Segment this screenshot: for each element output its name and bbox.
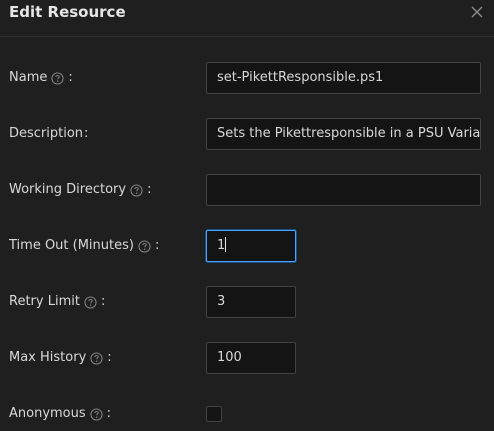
description-label: Description : bbox=[9, 118, 88, 150]
form-row-max-history: Max History : 100 bbox=[0, 342, 494, 374]
retry-limit-label: Retry Limit : bbox=[9, 286, 105, 318]
description-colon: : bbox=[84, 126, 89, 141]
retry-limit-label-text: Retry Limit bbox=[9, 294, 80, 309]
question-circle-icon[interactable] bbox=[130, 183, 143, 197]
working-directory-input[interactable] bbox=[206, 174, 481, 206]
close-icon[interactable] bbox=[468, 3, 486, 21]
name-colon: : bbox=[68, 70, 73, 85]
question-circle-icon[interactable] bbox=[138, 239, 151, 253]
question-circle-icon[interactable] bbox=[90, 407, 103, 421]
dialog-title: Edit Resource bbox=[9, 3, 126, 21]
name-label-text: Name bbox=[9, 70, 48, 85]
form-row-retry-limit: Retry Limit : 3 bbox=[0, 286, 494, 318]
working-directory-label: Working Directory : bbox=[9, 174, 151, 206]
timeout-label: Time Out (Minutes) : bbox=[9, 230, 159, 262]
working-directory-colon: : bbox=[147, 182, 152, 197]
name-input[interactable]: set-PikettResponsible.ps1 bbox=[206, 62, 481, 94]
timeout-input[interactable]: 1 bbox=[206, 230, 296, 262]
timeout-label-text: Time Out (Minutes) bbox=[9, 238, 134, 253]
retry-limit-input[interactable]: 3 bbox=[206, 286, 296, 318]
max-history-label: Max History : bbox=[9, 342, 112, 374]
name-label: Name : bbox=[9, 62, 73, 94]
edit-resource-dialog: Edit Resource Name : set-PikettResponsib… bbox=[0, 0, 494, 431]
max-history-colon: : bbox=[107, 350, 112, 365]
question-circle-icon[interactable] bbox=[51, 71, 64, 85]
text-caret bbox=[225, 237, 227, 252]
anonymous-label: Anonymous : bbox=[9, 398, 111, 430]
description-label-text: Description bbox=[9, 126, 84, 141]
retry-limit-colon: : bbox=[100, 294, 106, 309]
timeout-value: 1 bbox=[217, 238, 226, 253]
working-directory-label-text: Working Directory bbox=[9, 182, 127, 197]
form-row-anonymous: Anonymous : bbox=[0, 398, 494, 430]
dialog-header: Edit Resource bbox=[0, 0, 494, 37]
timeout-colon: : bbox=[154, 238, 160, 253]
form-row-description: Description : Sets the Pikettresponsible… bbox=[0, 118, 494, 150]
form-row-working-directory: Working Directory : bbox=[0, 174, 494, 206]
form-row-name: Name : set-PikettResponsible.ps1 bbox=[0, 62, 494, 94]
form-row-timeout: Time Out (Minutes) : 1 bbox=[0, 230, 494, 262]
anonymous-label-text: Anonymous bbox=[9, 406, 86, 421]
description-input[interactable]: Sets the Pikettresponsible in a PSU Vari… bbox=[206, 118, 481, 150]
anonymous-colon: : bbox=[106, 406, 112, 421]
question-circle-icon[interactable] bbox=[90, 351, 103, 365]
question-circle-icon[interactable] bbox=[84, 295, 97, 309]
max-history-label-text: Max History bbox=[9, 350, 87, 365]
anonymous-checkbox[interactable] bbox=[206, 406, 222, 422]
max-history-input[interactable]: 100 bbox=[206, 342, 296, 374]
